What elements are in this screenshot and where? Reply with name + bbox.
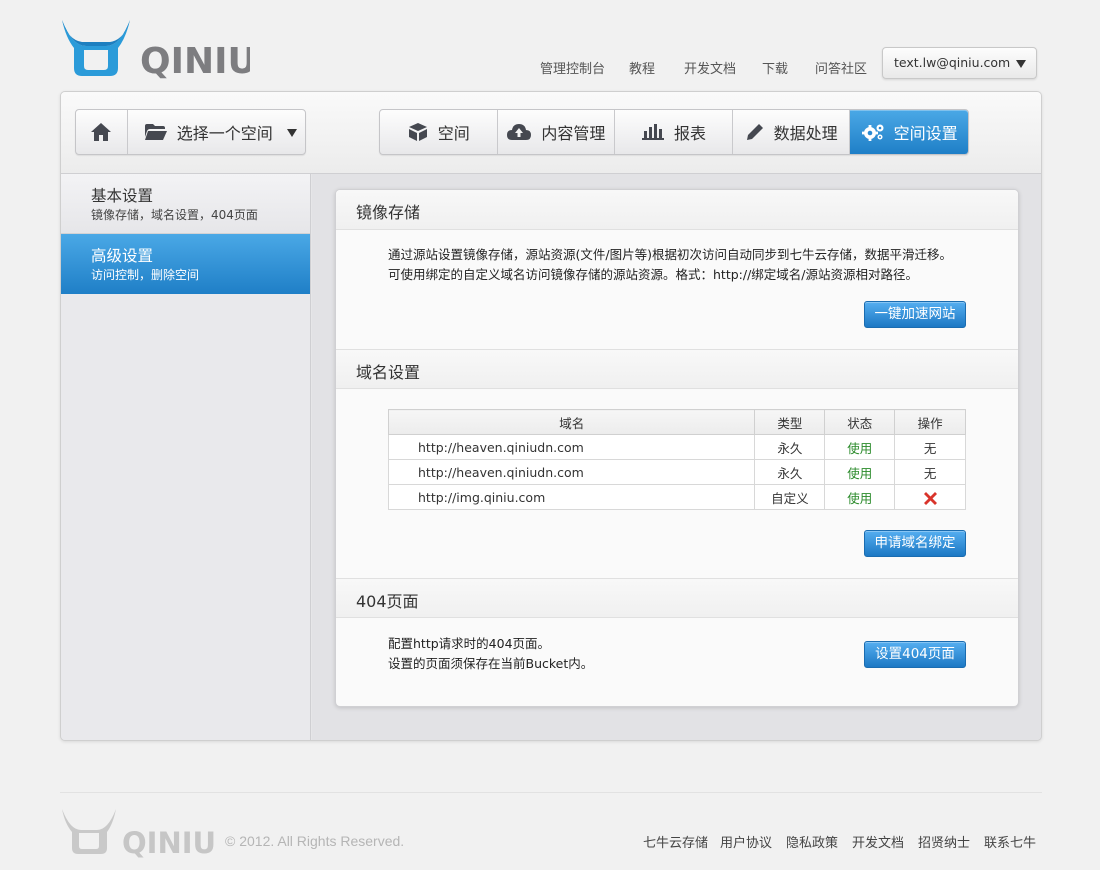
bucket-select[interactable]: 选择一个空间 xyxy=(128,110,305,154)
section-heading-404: 404页面 xyxy=(336,578,1018,618)
apply-domain-binding-button[interactable]: 申请域名绑定 xyxy=(864,530,966,557)
column-header-action: 操作 xyxy=(894,409,966,435)
mirror-description-1: 通过源站设置镜像存储，源站资源(文件/图片等)根据初次访问自动同步到七牛云存储，… xyxy=(388,247,952,262)
account-dropdown[interactable]: text.lw@qiniu.com xyxy=(882,47,1037,79)
nav-dev-docs-link[interactable]: 开发文档 xyxy=(684,58,736,77)
table-header-row: 域名 类型 状态 操作 xyxy=(387,409,966,435)
folder-open-icon xyxy=(144,124,167,140)
sidebar-item-title: 基本设置 xyxy=(91,187,154,205)
footer-link-privacy[interactable]: 隐私政策 xyxy=(786,832,838,851)
footer-logo: QINIU xyxy=(60,806,216,862)
home-icon xyxy=(91,123,112,141)
nav-community-link[interactable]: 问答社区 xyxy=(815,58,867,77)
delete-icon[interactable] xyxy=(923,491,937,505)
footer-divider xyxy=(60,792,1042,793)
box-icon xyxy=(408,123,427,141)
nav-download-link[interactable]: 下载 xyxy=(762,58,788,77)
type-cell: 自定义 xyxy=(754,484,826,510)
column-header-domain: 域名 xyxy=(387,409,756,435)
404-description-2: 设置的页面须保存在当前Bucket内。 xyxy=(388,656,594,671)
status-cell: 使用 xyxy=(824,484,896,510)
domain-cell: http://img.qiniu.com xyxy=(387,484,756,510)
footer-link-user-agreement[interactable]: 用户协议 xyxy=(720,832,772,851)
tab-data-processing-label: 数据处理 xyxy=(773,124,838,143)
action-cell: 无 xyxy=(894,434,966,460)
table-row: http://heaven.qiniudn.com 永久 使用 无 xyxy=(387,459,966,485)
action-cell xyxy=(894,484,966,510)
mirror-description-2: 可使用绑定的自定义域名访问镜像存储的源站资源。格式：http://绑定域名/源站… xyxy=(388,267,919,282)
type-cell: 永久 xyxy=(754,459,826,485)
nav-console-link[interactable]: 管理控制台 xyxy=(540,58,605,77)
tab-space-settings-label: 空间设置 xyxy=(893,124,958,143)
settings-sidebar: 基本设置 镜像存储，域名设置，404页面 高级设置 访问控制，删除空间 xyxy=(61,174,311,740)
sidebar-item-basic-settings[interactable]: 基本设置 镜像存储，域名设置，404页面 xyxy=(61,174,310,234)
status-cell: 使用 xyxy=(824,459,896,485)
footer-link-careers[interactable]: 招贤纳士 xyxy=(918,832,970,851)
footer-link-qiniu-storage[interactable]: 七牛云存储 xyxy=(643,832,708,851)
caret-down-icon xyxy=(287,129,297,137)
section-heading-domains: 域名设置 xyxy=(336,349,1018,389)
section-heading-mirror: 镜像存储 xyxy=(336,190,1018,230)
pencil-icon xyxy=(746,124,763,140)
footer-link-contact[interactable]: 联系七牛 xyxy=(984,832,1036,851)
sidebar-item-title: 高级设置 xyxy=(91,247,154,265)
sidebar-item-subtitle: 镜像存储，域名设置，404页面 xyxy=(91,208,258,222)
bar-chart-icon xyxy=(641,124,664,140)
bucket-nav-group: 选择一个空间 xyxy=(75,109,306,155)
type-cell: 永久 xyxy=(754,434,826,460)
tab-data-processing[interactable]: 数据处理 xyxy=(733,110,851,154)
action-cell: 无 xyxy=(894,459,966,485)
tab-content-management-label: 内容管理 xyxy=(541,124,606,143)
nav-tutorial-link[interactable]: 教程 xyxy=(629,58,655,77)
table-row: http://heaven.qiniudn.com 永久 使用 无 xyxy=(387,434,966,460)
gears-icon xyxy=(861,124,884,141)
tab-content-management[interactable]: 内容管理 xyxy=(498,110,616,154)
domain-cell: http://heaven.qiniudn.com xyxy=(387,459,756,485)
set-404-page-button[interactable]: 设置404页面 xyxy=(864,641,966,668)
main-panel: 选择一个空间 空间 内容管理 报表 数据处理 空间设置 基本设置 镜像存储，域名… xyxy=(60,91,1042,741)
sidebar-item-subtitle: 访问控制，删除空间 xyxy=(91,268,200,282)
footer-link-dev-docs[interactable]: 开发文档 xyxy=(852,832,904,851)
cloud-upload-icon xyxy=(507,124,532,140)
home-button[interactable] xyxy=(76,110,128,154)
table-row: http://img.qiniu.com 自定义 使用 xyxy=(387,484,966,510)
main-tabs: 空间 内容管理 报表 数据处理 空间设置 xyxy=(379,109,969,155)
tab-space-label: 空间 xyxy=(437,124,470,143)
status-cell: 使用 xyxy=(824,434,896,460)
sidebar-item-advanced-settings[interactable]: 高级设置 访问控制，删除空间 xyxy=(61,234,310,294)
tab-space-settings[interactable]: 空间设置 xyxy=(850,110,968,154)
settings-card: 镜像存储 通过源站设置镜像存储，源站资源(文件/图片等)根据初次访问自动同步到七… xyxy=(335,189,1019,707)
toolbar: 选择一个空间 空间 内容管理 报表 数据处理 空间设置 xyxy=(61,92,1041,174)
tab-space[interactable]: 空间 xyxy=(380,110,498,154)
column-header-status: 状态 xyxy=(824,409,896,435)
404-description-1: 配置http请求时的404页面。 xyxy=(388,636,551,651)
tab-reports-label: 报表 xyxy=(673,124,706,143)
footer-logo-wordmark: QINIU xyxy=(122,826,216,858)
account-email: text.lw@qiniu.com xyxy=(894,55,1011,70)
caret-down-icon xyxy=(1016,60,1026,68)
tab-reports[interactable]: 报表 xyxy=(615,110,733,154)
bucket-select-label: 选择一个空间 xyxy=(176,124,273,143)
accelerate-site-button[interactable]: 一键加速网站 xyxy=(864,301,966,328)
domain-table: 域名 类型 状态 操作 http://heaven.qiniudn.com 永久… xyxy=(387,409,966,510)
domain-cell: http://heaven.qiniudn.com xyxy=(387,434,756,460)
column-header-type: 类型 xyxy=(754,409,826,435)
copyright-text: © 2012. All Rights Reserved. xyxy=(225,833,405,849)
